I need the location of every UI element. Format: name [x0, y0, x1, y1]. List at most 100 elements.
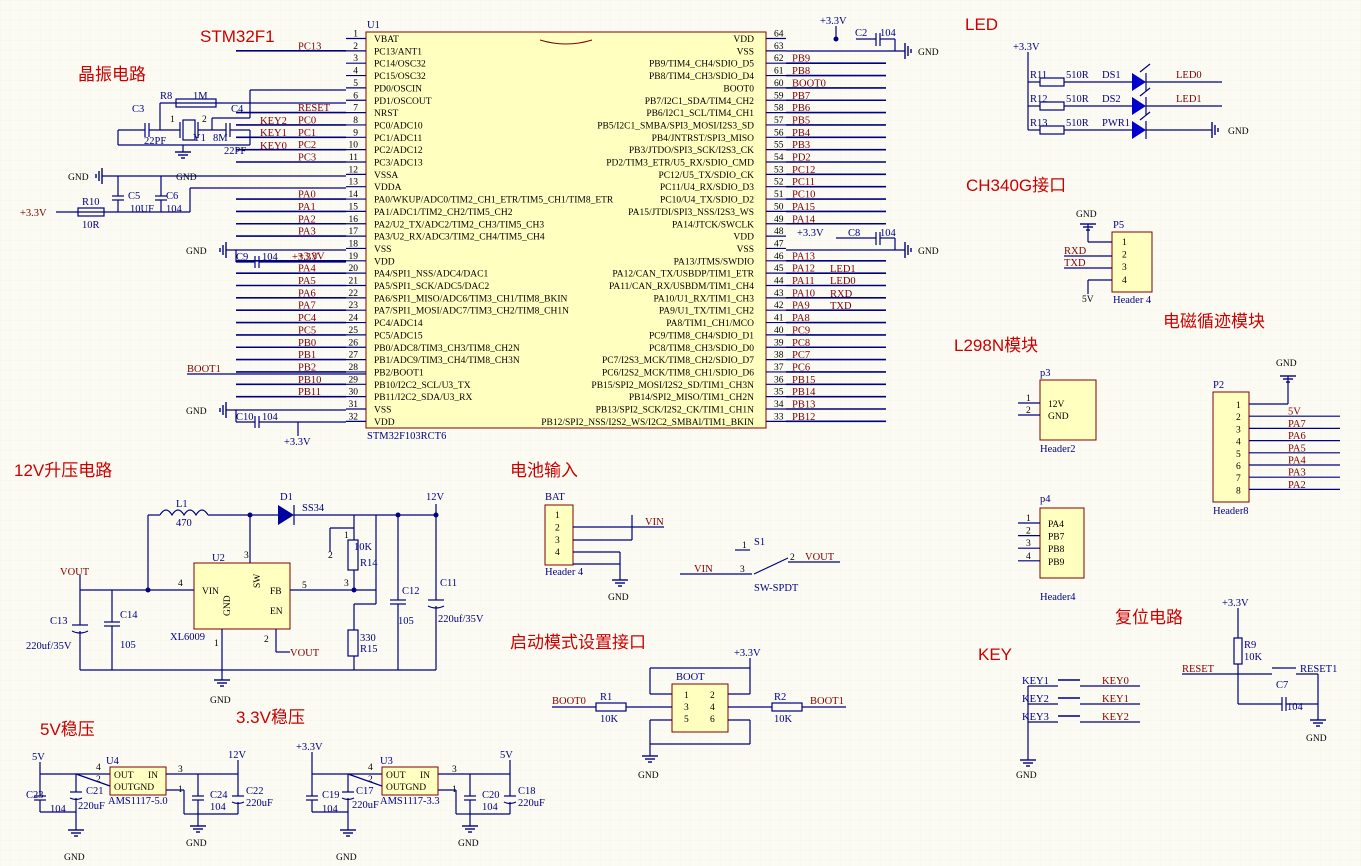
- u2-ref: U2: [212, 553, 225, 564]
- u2-vin: VIN: [202, 587, 219, 597]
- mcu-ref: U1: [367, 20, 380, 31]
- ch340-rxd: RXD: [1064, 246, 1087, 257]
- c23-ref: C23: [26, 790, 44, 801]
- net-label: PB14: [792, 387, 816, 398]
- net-key1: KEY1: [260, 128, 287, 139]
- label-3v3-reg: +3.3V: [296, 742, 323, 753]
- header-pin-number: 1: [1122, 238, 1127, 248]
- pin-number: 16: [349, 215, 359, 225]
- r8-val: 1M: [193, 91, 208, 102]
- pin-name: PA0/WKUP/ADC0/TIM2_CH1_ETR/TIM5_CH1/TIM8…: [374, 196, 614, 206]
- pin-name: PC11/U4_RX/SDIO_D3: [660, 183, 754, 193]
- pin-number: 30: [349, 388, 359, 398]
- header-pin-name: PB7: [1048, 533, 1065, 543]
- u4-pin4: 4: [96, 763, 101, 773]
- p4-ref: p4: [1040, 494, 1051, 505]
- net-label: PB15: [792, 375, 815, 386]
- boot-ref: BOOT: [676, 672, 705, 683]
- pin-name: PC9/TIM8_CH4/SDIO_D1: [649, 331, 754, 341]
- label-3v3-top: +3.3V: [820, 16, 847, 27]
- header-pin-number: 4: [555, 548, 560, 558]
- pin-number: 1: [353, 30, 358, 40]
- gnd-label-bat: GND: [608, 593, 629, 603]
- u4-ref: U4: [106, 756, 120, 767]
- net-label: PA2: [298, 214, 316, 225]
- label-3v3-c9: +3.3V: [292, 252, 319, 263]
- net-label: PC12: [792, 165, 815, 176]
- c2-ref: C2: [855, 28, 867, 39]
- net-label: PC4: [298, 313, 317, 324]
- c14-ref: C14: [120, 610, 138, 621]
- net-boot1-left: BOOT1: [187, 364, 221, 375]
- c23-val: 104: [50, 804, 67, 815]
- header-pin-number: 1: [1236, 401, 1241, 411]
- pin-number: 22: [349, 289, 359, 299]
- pin-name: PA1/ADC1/TIM2_CH2/TIM5_CH2: [374, 208, 513, 218]
- pin-number: 49: [774, 215, 784, 225]
- pin-name: PC2/ADC12: [374, 146, 423, 156]
- label-boot0: BOOT0: [552, 696, 586, 707]
- pin-number: 64: [774, 30, 784, 40]
- pin-number: 34: [774, 400, 784, 410]
- em-net-label: PA5: [1288, 443, 1306, 454]
- key-ref: KEY1: [1022, 676, 1049, 687]
- gnd-label-em: GND: [1276, 359, 1297, 369]
- title-l298: L298N模块: [954, 336, 1038, 355]
- gnd-label-vssa: GND: [176, 173, 197, 183]
- c13-val: 220uf/35V: [26, 641, 72, 652]
- pin-number: 7: [353, 104, 358, 114]
- boot-body: [671, 683, 729, 733]
- net-label: PB9: [792, 54, 810, 65]
- header-pin-number: 4: [1026, 552, 1031, 562]
- key-net: KEY0: [1102, 676, 1129, 687]
- gnd-label-c8: GND: [918, 247, 939, 257]
- label-3v3-reset: +3.3V: [1222, 598, 1249, 609]
- u2-en: EN: [270, 607, 283, 617]
- c9-ref: C9: [236, 252, 248, 263]
- pin-number: 42: [774, 301, 784, 311]
- r9-val: 10K: [1244, 652, 1263, 663]
- gnd-label-boost: GND: [210, 696, 231, 706]
- label-5v-ch340: 5V: [1082, 295, 1094, 305]
- l1-ref: L1: [176, 499, 188, 510]
- pin-number: 37: [774, 363, 784, 373]
- c21-val: 220uF: [78, 801, 105, 812]
- net-label: PC2: [298, 140, 316, 151]
- l1-val: 470: [176, 518, 192, 529]
- pin-name: PB12/SPI2_NSS/I2S2_WS/I2C2_SMBAl/TIM1_BK…: [541, 418, 754, 428]
- header-pin-number: 2: [1026, 406, 1031, 416]
- r8-ref: R8: [160, 91, 172, 102]
- led-r-val: 510R: [1066, 118, 1089, 129]
- label-3v3-vdda: +3.3V: [20, 208, 47, 219]
- c8-ref: C8: [848, 228, 860, 239]
- pin-number: 3: [353, 54, 358, 64]
- c19-ref: C19: [322, 790, 340, 801]
- pin-name: VDD: [733, 233, 754, 243]
- c14-val: 105: [120, 640, 136, 651]
- pin-name: PC4/ADC14: [374, 319, 423, 329]
- reset-sw-ref: RESET1: [1300, 664, 1337, 675]
- net-label: PC9: [792, 325, 810, 336]
- header-pin-number: 6: [1236, 462, 1241, 472]
- u3-pin4: 4: [368, 763, 373, 773]
- header-pin-number: 1: [1026, 394, 1031, 404]
- c22-val: 220uF: [246, 798, 273, 809]
- net-key0: KEY0: [260, 141, 287, 152]
- led-r-val: 510R: [1066, 70, 1089, 81]
- label-vout-s1: VOUT: [805, 552, 835, 563]
- pin-number: 26: [349, 338, 359, 348]
- pin-name: PB6/I2C1_SCL/TIM4_CH1: [646, 109, 754, 119]
- gnd-label-reg33: GND: [336, 853, 357, 863]
- net-label: PB3: [792, 140, 810, 151]
- c21-ref: C21: [86, 786, 104, 797]
- gnd-label-c2: GND: [918, 48, 939, 58]
- pin-name: VDD: [733, 35, 754, 45]
- r2-val: 10K: [774, 714, 793, 725]
- pin-number: 53: [774, 165, 784, 175]
- pin-number: 2: [353, 42, 358, 52]
- c11-ref: C11: [440, 578, 457, 589]
- pin-name: PC5/ADC15: [374, 331, 423, 341]
- pin-name: PB0/ADC8/TIM3_CH3/TIM8_CH2N: [374, 344, 520, 354]
- c4-ref: C4: [231, 104, 244, 115]
- led-r-ref: R12: [1030, 94, 1048, 105]
